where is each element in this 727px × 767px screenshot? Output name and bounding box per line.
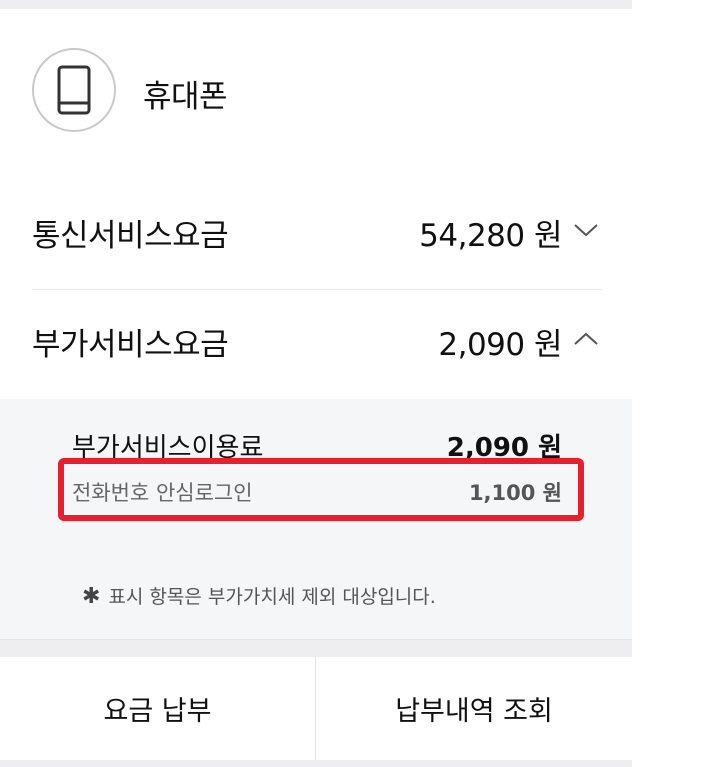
detail-item-label: 전화번호 안심로그인 bbox=[72, 481, 253, 505]
bottom-separator bbox=[0, 760, 632, 767]
fee-label: 부가서비스요금 bbox=[32, 327, 229, 363]
right-gutter bbox=[632, 0, 727, 767]
fee-label: 통신서비스요금 bbox=[32, 218, 229, 254]
fee-row-addon[interactable]: 부가서비스요금 2,090 원 bbox=[32, 303, 602, 383]
detail-item-row: 전화번호 안심로그인 1,100 원 bbox=[72, 477, 562, 509]
fee-amount: 2,090 원 bbox=[438, 327, 562, 363]
device-icon-circle bbox=[32, 48, 116, 132]
asterisk-icon: ✱ bbox=[82, 584, 101, 609]
bill-detail-panel: 휴대폰 통신서비스요금 54,280 원 부가서비스요금 2,090 원 부가서… bbox=[0, 0, 632, 767]
addon-detail-section: 부가서비스이용료 2,090 원 전화번호 안심로그인 1,100 원 ✱ 표시 … bbox=[0, 399, 632, 639]
chevron-up-icon[interactable] bbox=[572, 329, 600, 349]
smartphone-icon bbox=[57, 65, 91, 115]
device-name: 휴대폰 bbox=[143, 79, 228, 115]
device-header: 휴대폰 bbox=[0, 9, 632, 169]
detail-item-amount: 1,100 원 bbox=[468, 481, 562, 505]
row-divider bbox=[32, 289, 602, 290]
section-separator bbox=[0, 639, 632, 658]
fee-amount: 54,280 원 bbox=[419, 218, 562, 254]
action-bar: 요금 납부 납부내역 조회 bbox=[0, 657, 632, 760]
top-separator bbox=[0, 0, 632, 9]
pay-button[interactable]: 요금 납부 bbox=[0, 657, 315, 760]
payment-history-button[interactable]: 납부내역 조회 bbox=[316, 657, 632, 760]
fee-row-telecom[interactable]: 통신서비스요금 54,280 원 bbox=[32, 194, 602, 274]
chevron-down-icon[interactable] bbox=[572, 220, 600, 240]
vat-note: ✱ 표시 항목은 부가가치세 제외 대상입니다. bbox=[82, 582, 436, 609]
vat-note-text: 표시 항목은 부가가치세 제외 대상입니다. bbox=[108, 586, 436, 608]
